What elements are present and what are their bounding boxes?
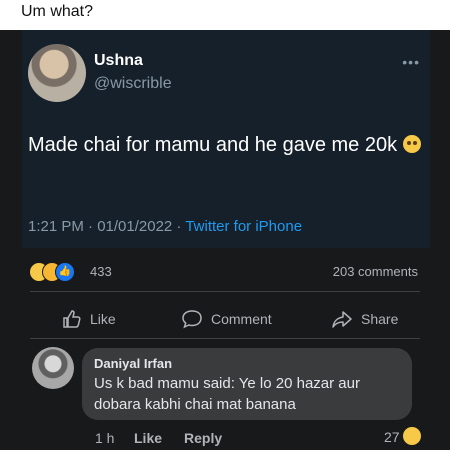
tweet-avatar[interactable] [28, 44, 86, 102]
comment-reaction-count[interactable]: 27 [384, 429, 400, 445]
share-button[interactable]: Share [331, 309, 398, 329]
comment-bubble: Daniyal Irfan Us k bad mamu said: Ye lo … [82, 348, 412, 420]
top-caption-bar: Um what? [0, 0, 450, 30]
more-options-icon[interactable]: ••• [402, 54, 420, 70]
comment-label: Comment [211, 311, 272, 327]
tweet-source-link[interactable]: Twitter for iPhone [185, 218, 302, 235]
like-label: Like [90, 311, 116, 327]
comments-count-link[interactable]: 203 comments [333, 264, 418, 279]
comment-like-button[interactable]: Like [134, 430, 162, 446]
tweet-card: Ushna @wiscrible ••• Made chai for mamu … [22, 30, 430, 248]
comment-time: 1 h [95, 430, 115, 446]
thumbs-up-icon [63, 310, 81, 328]
commenter-avatar[interactable] [32, 347, 74, 389]
comment-button[interactable]: Comment [181, 309, 272, 329]
comment-author-name[interactable]: Daniyal Irfan [94, 356, 172, 371]
tweet-author-name[interactable]: Ushna [94, 52, 143, 70]
divider [30, 338, 420, 339]
divider [30, 291, 420, 292]
reaction-count[interactable]: 433 [90, 264, 112, 279]
comment-bubble-icon [182, 310, 202, 329]
pleading-face-emoji-icon [403, 135, 422, 153]
tweet-time: 1:21 PM · 01/01/2022 · [28, 218, 186, 235]
share-label: Share [361, 311, 399, 327]
caption-text: Um what? [21, 3, 94, 20]
comment-text: Us k bad mamu said: Ye lo 20 hazar aur d… [94, 375, 360, 413]
tweet-text-content: Made chai for mamu and he gave me 20k [28, 134, 398, 156]
haha-reaction-icon [403, 427, 421, 445]
tweet-text: Made chai for mamu and he gave me 20k [28, 131, 424, 159]
like-reaction-icon: 👍 [55, 262, 75, 282]
comment-reply-button[interactable]: Reply [184, 430, 222, 446]
share-arrow-icon [332, 311, 352, 328]
tweet-author-handle[interactable]: @wiscrible [94, 75, 172, 93]
like-button[interactable]: Like [62, 309, 116, 329]
tweet-meta: 1:21 PM · 01/01/2022 · Twitter for iPhon… [28, 218, 302, 235]
